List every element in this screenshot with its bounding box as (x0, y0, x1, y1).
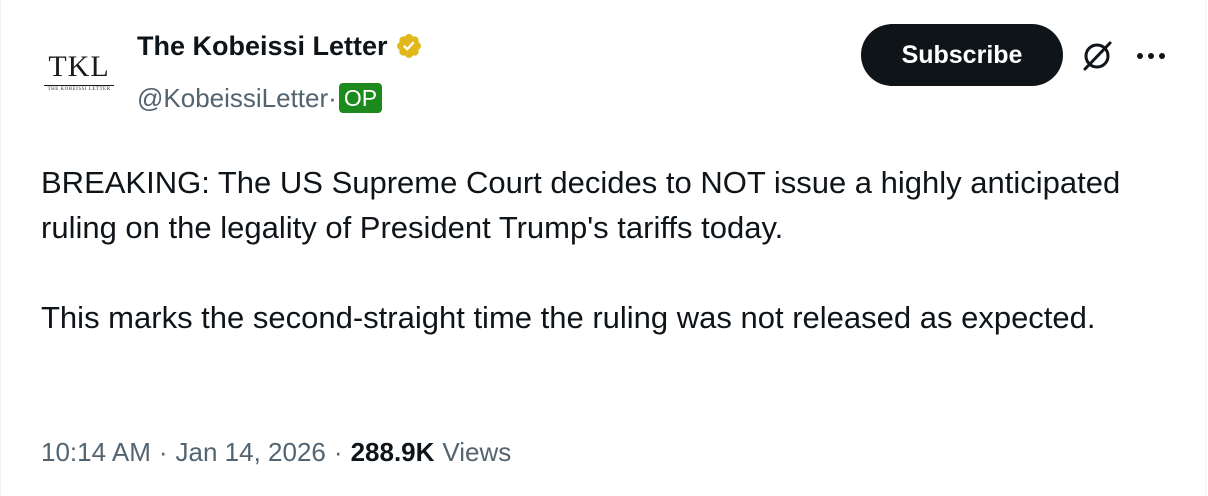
post-paragraph: BREAKING: The US Supreme Court decides t… (41, 165, 1121, 245)
post-meta: 10:14 AM · Jan 14, 2026 · 288.9K Views (41, 432, 511, 472)
more-dots-glyph (1137, 53, 1165, 59)
author-name-row: The Kobeissi Letter (137, 26, 423, 66)
post-time[interactable]: 10:14 AM (41, 437, 151, 468)
handle-separator: · (328, 82, 337, 113)
grok-icon[interactable] (1077, 36, 1117, 76)
post-card: TKL THE KOBEISSI LETTER The Kobeissi Let… (0, 0, 1206, 496)
meta-separator: · (158, 436, 168, 467)
grok-icon-glyph (1083, 41, 1112, 71)
verified-badge-icon[interactable] (395, 32, 423, 60)
subscribe-button[interactable]: Subscribe (861, 24, 1063, 86)
views-label: Views (442, 436, 512, 467)
post-paragraph: This marks the second-straight time the … (41, 300, 1096, 335)
op-badge: OP (338, 83, 383, 113)
author-handle-row: @KobeissiLetter · OP (137, 80, 383, 116)
views-count: 288.9K (350, 436, 435, 467)
post-text: BREAKING: The US Supreme Court decides t… (41, 160, 1161, 340)
avatar-logo-subtitle: THE KOBEISSI LETTER (47, 87, 111, 92)
avatar-logo-divider (44, 85, 114, 86)
author-display-name[interactable]: The Kobeissi Letter (137, 31, 388, 62)
author-handle[interactable]: @KobeissiLetter (137, 83, 328, 114)
avatar[interactable]: TKL THE KOBEISSI LETTER (39, 30, 119, 110)
post-date[interactable]: Jan 14, 2026 (176, 437, 326, 468)
avatar-logo-mark: TKL (48, 50, 110, 83)
meta-separator: · (333, 436, 343, 467)
more-options-icon[interactable] (1131, 36, 1171, 76)
